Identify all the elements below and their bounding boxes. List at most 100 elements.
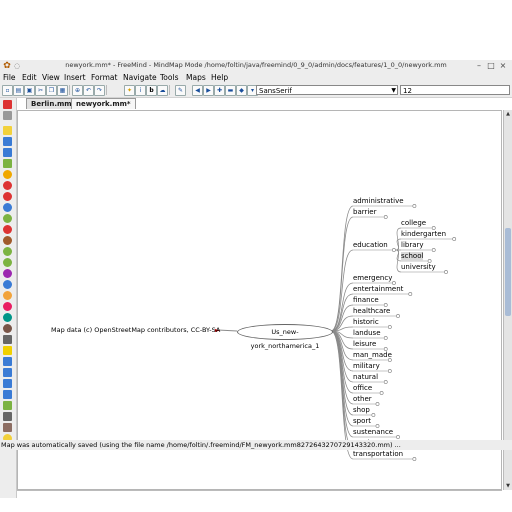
- tab-newyork[interactable]: newyork.mm*: [71, 98, 136, 109]
- cloud-icon[interactable]: ☁: [157, 85, 168, 96]
- collapse-icon[interactable]: ▬: [225, 85, 236, 96]
- map-node-administrative[interactable]: administrative: [353, 197, 404, 206]
- arrow-right-icon[interactable]: [3, 368, 12, 377]
- map-node-other[interactable]: other: [353, 395, 372, 404]
- menu-edit[interactable]: Edit: [22, 73, 37, 82]
- map-node-kindergarten[interactable]: kindergarten: [401, 230, 446, 239]
- font-family-select[interactable]: SansSerif ▼: [256, 85, 398, 95]
- map-node-education[interactable]: education: [353, 241, 388, 250]
- chevron-down-icon[interactable]: ▼: [391, 86, 396, 96]
- map-node-office[interactable]: office: [353, 384, 372, 393]
- ok-icon[interactable]: [3, 159, 12, 168]
- map-node-healthcare[interactable]: healthcare: [353, 307, 390, 316]
- minimize-icon[interactable]: –: [474, 61, 484, 71]
- question-icon[interactable]: [3, 137, 12, 146]
- menu-help[interactable]: Help: [211, 73, 228, 82]
- check-icon[interactable]: [3, 214, 12, 223]
- map-node-barrier[interactable]: barrier: [353, 208, 377, 217]
- lightning-icon[interactable]: [3, 346, 12, 355]
- fold-handle-icon[interactable]: [371, 413, 376, 417]
- info-circle-icon[interactable]: [3, 203, 12, 212]
- fold-handle-icon[interactable]: [387, 369, 392, 373]
- priority-7-icon[interactable]: [3, 302, 12, 311]
- menu-insert[interactable]: Insert: [64, 73, 86, 82]
- map-node-emergency[interactable]: emergency: [353, 274, 392, 283]
- map-node-university[interactable]: university: [401, 263, 436, 272]
- expand-icon[interactable]: ◆: [236, 85, 247, 96]
- menu-file[interactable]: File: [3, 73, 16, 82]
- undo-icon[interactable]: ↶: [83, 85, 94, 96]
- fold-handle-icon[interactable]: [431, 248, 436, 252]
- priority-9-icon[interactable]: [3, 324, 12, 333]
- trash-icon[interactable]: [3, 111, 12, 120]
- fold-handle-icon[interactable]: [379, 391, 384, 395]
- warning-icon[interactable]: [3, 170, 12, 179]
- priority-5-icon[interactable]: [3, 280, 12, 289]
- map-root-node[interactable]: Us_new-york_northamerica_1: [237, 324, 333, 350]
- redo-icon[interactable]: ↷: [94, 85, 105, 96]
- mind-map-canvas[interactable]: Map data (c) OpenStreetMap contributors,…: [17, 110, 502, 490]
- edit-icon[interactable]: ✎: [175, 85, 186, 96]
- cancel-icon[interactable]: [3, 192, 12, 201]
- map-node-sustenance[interactable]: sustenance: [353, 428, 393, 437]
- menu-navigate[interactable]: Navigate: [123, 73, 157, 82]
- map-node-finance[interactable]: finance: [353, 296, 379, 305]
- font-size-select[interactable]: 12: [400, 85, 510, 95]
- clock-icon[interactable]: [3, 335, 12, 344]
- lightbulb-icon[interactable]: ✦: [124, 85, 135, 96]
- fold-handle-icon[interactable]: [387, 325, 392, 329]
- priority-8-icon[interactable]: [3, 313, 12, 322]
- stop-icon[interactable]: [3, 181, 12, 190]
- map-node-military[interactable]: military: [353, 362, 380, 371]
- bold-icon[interactable]: b: [146, 85, 157, 96]
- map-node-college[interactable]: college: [401, 219, 426, 228]
- fold-handle-icon[interactable]: [391, 248, 396, 252]
- fold-handle-icon[interactable]: [375, 402, 380, 406]
- menu-tools[interactable]: Tools: [160, 73, 178, 82]
- flag-icon[interactable]: [3, 225, 12, 234]
- map-node-historic[interactable]: historic: [353, 318, 379, 327]
- map-node-school[interactable]: school: [401, 252, 424, 261]
- tab-berlin[interactable]: Berlin.mm: [26, 98, 77, 109]
- idea-icon[interactable]: [3, 126, 12, 135]
- map-node-natural[interactable]: natural: [353, 373, 378, 382]
- home-icon[interactable]: [3, 401, 12, 410]
- horizontal-scrollbar[interactable]: [17, 490, 502, 491]
- map-node-sport[interactable]: sport: [353, 417, 371, 426]
- remove-icon[interactable]: [3, 100, 12, 109]
- fold-handle-icon[interactable]: [452, 237, 457, 241]
- fold-handle-icon[interactable]: [383, 336, 388, 340]
- nav-forward-icon[interactable]: ▶: [203, 85, 214, 96]
- map-node-landuse[interactable]: landuse: [353, 329, 381, 338]
- priority-3-icon[interactable]: [3, 258, 12, 267]
- paste-icon[interactable]: ▦: [57, 85, 68, 96]
- map-node-leisure[interactable]: leisure: [353, 340, 376, 349]
- save-map-icon[interactable]: ▣: [24, 85, 35, 96]
- priority-2-icon[interactable]: [3, 247, 12, 256]
- map-node-shop[interactable]: shop: [353, 406, 370, 415]
- priority-1-icon[interactable]: [3, 236, 12, 245]
- vertical-scroll-thumb[interactable]: [505, 228, 511, 316]
- map-node-man-made[interactable]: man_made: [353, 351, 392, 360]
- menu-format[interactable]: Format: [91, 73, 117, 82]
- pen-icon[interactable]: [3, 423, 12, 432]
- key-icon[interactable]: [3, 412, 12, 421]
- nav-back-icon[interactable]: ◀: [192, 85, 203, 96]
- copy-icon[interactable]: ❐: [46, 85, 57, 96]
- map-node-transportation[interactable]: transportation: [353, 450, 403, 459]
- scroll-down-icon[interactable]: ▼: [504, 482, 512, 490]
- arrow-up-icon[interactable]: [3, 379, 12, 388]
- fold-handle-icon[interactable]: [383, 215, 388, 219]
- menu-maps[interactable]: Maps: [186, 73, 206, 82]
- priority-6-icon[interactable]: [3, 291, 12, 300]
- vertical-scrollbar[interactable]: ▲ ▼: [503, 110, 512, 490]
- fold-handle-icon[interactable]: [408, 292, 413, 296]
- map-node-attribution[interactable]: Map data (c) OpenStreetMap contributors,…: [51, 326, 220, 335]
- arrow-left-icon[interactable]: [3, 357, 12, 366]
- menu-view[interactable]: View: [42, 73, 60, 82]
- fold-handle-icon[interactable]: [396, 435, 400, 439]
- fold-handle-icon[interactable]: [444, 270, 448, 274]
- fold-handle-icon[interactable]: [412, 457, 417, 461]
- map-node-entertainment[interactable]: entertainment: [353, 285, 403, 294]
- arrow-down-icon[interactable]: [3, 390, 12, 399]
